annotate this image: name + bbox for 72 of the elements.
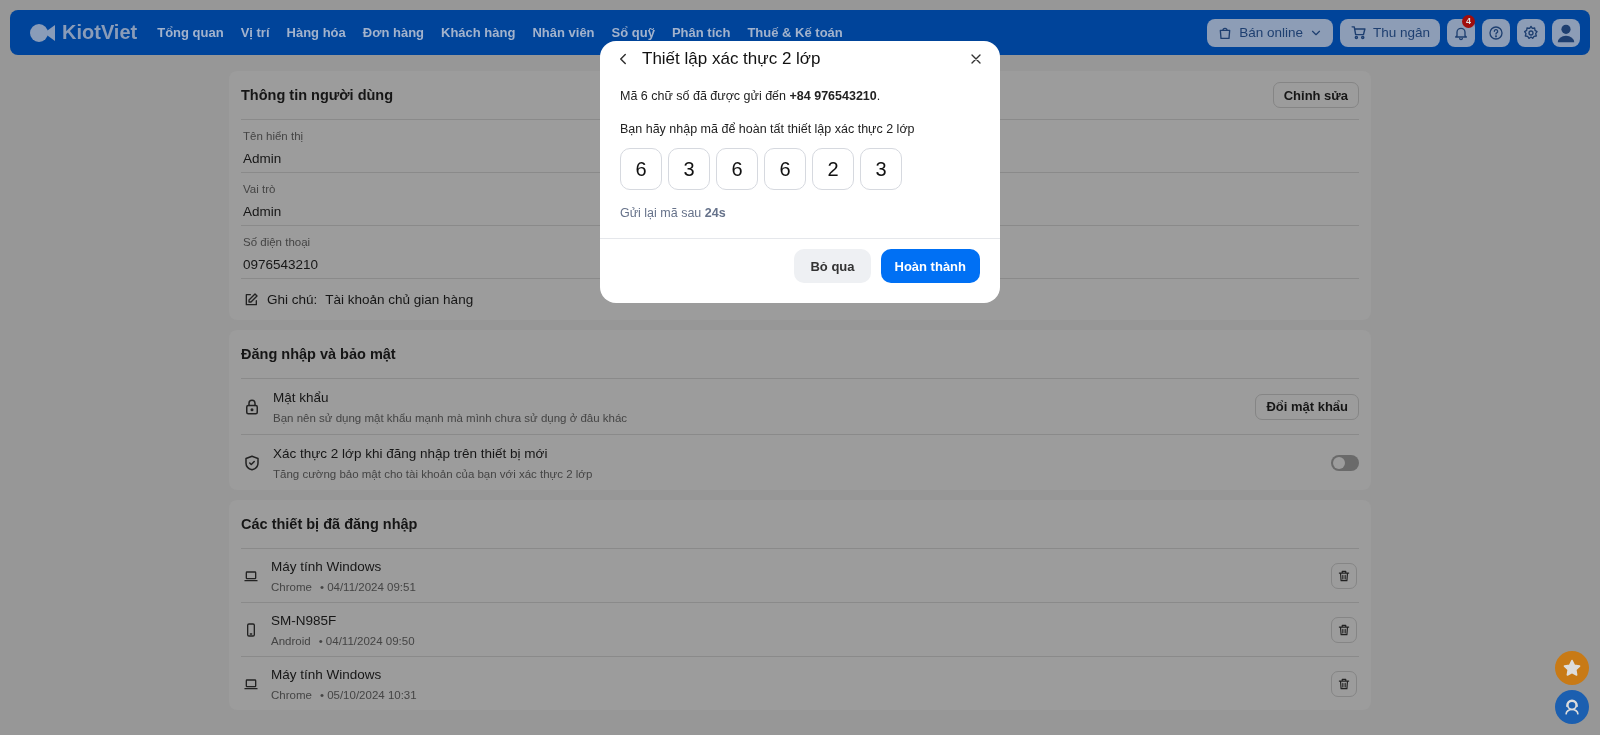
note-value: Tài khoản chủ gian hàng	[325, 292, 474, 307]
lock-icon	[243, 397, 261, 416]
favorite-button[interactable]	[1555, 651, 1589, 685]
field-value: Admin	[243, 151, 282, 166]
headset-icon	[1562, 697, 1582, 717]
shield-check-icon	[243, 453, 261, 472]
sent-message: Mã 6 chữ số đã được gửi đến +84 976543210.	[620, 89, 882, 103]
support-button[interactable]	[1555, 690, 1589, 724]
skip-button[interactable]: Bỏ qua	[794, 249, 871, 283]
edit-button[interactable]: Chỉnh sửa	[1272, 82, 1359, 108]
device-name: Máy tính Windows	[271, 558, 383, 574]
avatar-button[interactable]	[1552, 18, 1580, 47]
code-digit-field[interactable]: 3	[860, 148, 902, 190]
code-digit-field[interactable]: 6	[716, 148, 758, 190]
device-app: Android	[271, 634, 311, 647]
edit-icon	[243, 291, 259, 308]
code-digit-field[interactable]: 2	[812, 148, 854, 190]
code-digit-field[interactable]: 6	[764, 148, 806, 190]
login-time: • 05/10/2024 10:31	[319, 688, 417, 701]
resend-timer: Gửi lại mã sau 24s	[620, 206, 727, 220]
code-digit-field[interactable]: 6	[620, 148, 662, 190]
field-label: Tên hiển thị	[243, 130, 304, 142]
trash-icon	[1337, 622, 1351, 637]
device-app: Chrome	[271, 580, 312, 593]
login-time: • 04/11/2024 09:51	[319, 580, 416, 593]
gear-icon	[1523, 24, 1539, 41]
section-title: Thông tin người dùng	[241, 87, 394, 103]
login-time: • 04/11/2024 09:50	[318, 634, 415, 647]
logo-text: KiotViet	[62, 21, 138, 44]
setting-description: Bạn nên sử dụng mật khẩu mạnh mà mình chưa sử dụng ở đâu khác	[273, 411, 628, 424]
section-title: Các thiết bị đã đăng nhập	[241, 516, 418, 532]
nav-item[interactable]: Thuế & Kế toán	[747, 25, 843, 40]
field-value: 0976543210	[243, 257, 319, 272]
nav-item[interactable]: Tổng quan	[157, 25, 224, 40]
toggle-switch[interactable]	[1331, 454, 1359, 471]
field-value: Admin	[243, 204, 282, 219]
nav-item[interactable]: Vị trí	[240, 25, 270, 40]
setting-title: Xác thực 2 lớp khi đăng nhập trên thiết bị mới	[273, 445, 548, 461]
setting-description: Tăng cường bảo mật cho tài khoản của bạn với xác thực 2 lớp	[273, 467, 593, 480]
help-button[interactable]	[1482, 18, 1510, 47]
setting-title: Mật khẩu	[273, 389, 329, 405]
trash-icon	[1337, 676, 1351, 691]
dialog-title: Thiết lập xác thực 2 lớp	[642, 49, 822, 69]
instruction-text: Bạn hãy nhập mã để hoàn tất thiết lập xác thực 2 lớp	[620, 122, 916, 136]
cart-icon	[1349, 24, 1367, 41]
nav-item[interactable]: Phân tích	[671, 25, 731, 40]
settings-button[interactable]	[1517, 18, 1545, 47]
delete-button[interactable]	[1331, 616, 1357, 643]
nav-item[interactable]: Khách hàng	[441, 25, 516, 40]
complete-button[interactable]: Hoàn thành	[880, 249, 980, 283]
trash-icon	[1337, 568, 1351, 583]
nav-item[interactable]: Sổ quỹ	[611, 25, 655, 40]
code-digit-field[interactable]: 3	[668, 148, 710, 190]
nav-item[interactable]: Hàng hóa	[286, 25, 346, 40]
notification-button[interactable]: 4	[1447, 18, 1475, 47]
help-icon	[1488, 24, 1504, 41]
section-title: Đăng nhập và bảo mật	[241, 346, 396, 362]
cashier-button[interactable]: Thu ngân	[1339, 18, 1440, 47]
device-app: Chrome	[271, 688, 312, 701]
field-label: Số điện thoại	[243, 236, 311, 248]
notification-badge: 4	[1462, 14, 1475, 28]
nav-item[interactable]: Đơn hàng	[362, 25, 425, 40]
online-sales-button[interactable]: Bán online	[1207, 18, 1333, 47]
note-label: Ghi chú:	[267, 292, 318, 307]
change-password-button[interactable]: Đổi mật khẩu	[1255, 393, 1359, 420]
star-icon	[1562, 658, 1582, 678]
delete-button[interactable]	[1331, 562, 1357, 589]
device-name: SM-N985F	[271, 612, 338, 628]
field-label: Vai trò	[243, 183, 276, 195]
device-name: Máy tính Windows	[271, 666, 383, 682]
nav-item[interactable]: Nhân viên	[532, 25, 595, 40]
delete-button[interactable]	[1331, 670, 1357, 697]
